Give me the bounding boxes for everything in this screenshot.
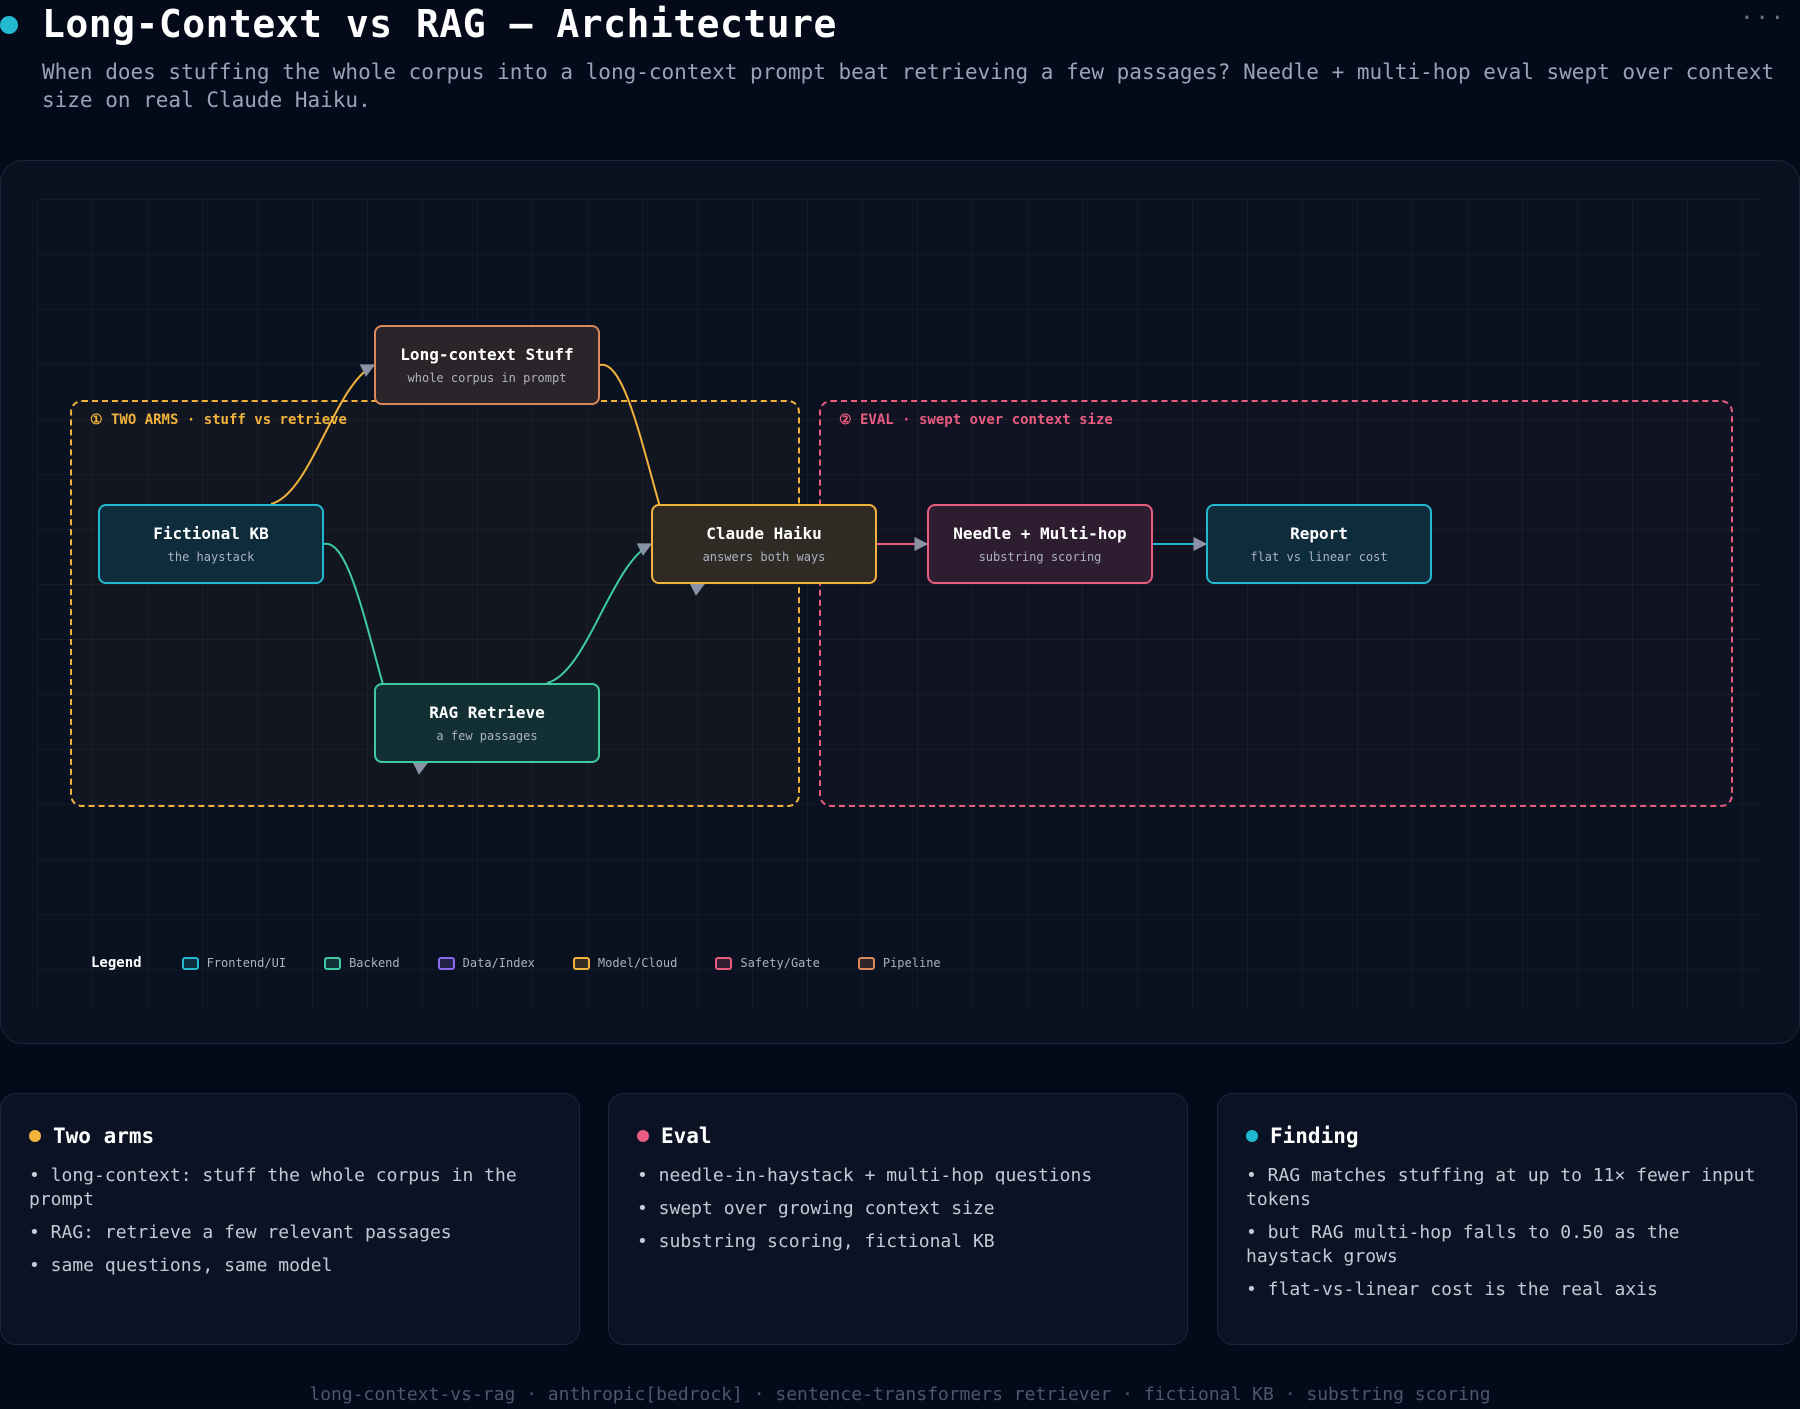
node-subtitle: whole corpus in prompt (407, 371, 567, 385)
card-title: Two arms (53, 1124, 155, 1148)
legend-label: Pipeline (882, 956, 941, 970)
legend-label: Model/Cloud (597, 956, 678, 970)
card-title: Finding (1270, 1124, 1359, 1148)
footer: long-context-vs-rag · anthropic[bedrock]… (309, 1384, 1491, 1405)
diagram-canvas: ① TWO ARMS · stuff vs retrieve ② EVAL · … (0, 160, 1800, 1044)
node-claude-haiku[interactable]: Claude Haiku answers both ways (651, 504, 877, 584)
legend-swatch (324, 956, 342, 970)
card-finding: Finding • RAG matches stuffing at up to … (1217, 1093, 1797, 1345)
edge-kb-to-stuff (270, 364, 376, 505)
card-title: Eval (661, 1124, 712, 1148)
legend-label: Backend (349, 956, 400, 970)
legend-item-safety-gate: Safety/Gate (715, 956, 820, 970)
legend-swatch (715, 956, 733, 970)
legend-swatch (181, 956, 199, 970)
card-item: • swept over growing context size (637, 1198, 995, 1219)
card-dot (637, 1130, 649, 1142)
card-eval: Eval • needle-in-haystack + multi-hop qu… (608, 1093, 1188, 1345)
card-item: • but RAG multi-hop falls to 0.50 as the… (1246, 1222, 1680, 1267)
legend-title: Legend (91, 955, 142, 971)
card-item: • needle-in-haystack + multi-hop questio… (637, 1165, 1093, 1186)
node-subtitle: a few passages (436, 729, 538, 743)
node-long-context-stuff[interactable]: Long-context Stuff whole corpus in promp… (374, 325, 600, 405)
node-report[interactable]: Report flat vs linear cost (1206, 504, 1432, 584)
legend-label: Data/Index (462, 956, 535, 970)
node-rag-retrieve[interactable]: RAG Retrieve a few passages (374, 683, 600, 763)
legend-label: Frontend/UI (206, 956, 287, 970)
node-title: Report (1290, 524, 1348, 543)
node-title: Fictional KB (153, 524, 269, 543)
legend: Legend Frontend/UI Backend Data/Index Mo… (91, 955, 979, 971)
legend-item-model-cloud: Model/Cloud (572, 956, 678, 970)
card-two-arms: Two arms • long-context: stuff the whole… (0, 1093, 580, 1345)
node-title: RAG Retrieve (429, 703, 545, 722)
card-item: • RAG: retrieve a few relevant passages (29, 1222, 452, 1243)
node-needle-multi-hop[interactable]: Needle + Multi-hop substring scoring (927, 504, 1153, 584)
card-item: • substring scoring, fictional KB (637, 1231, 995, 1252)
node-title: Long-context Stuff (400, 345, 574, 364)
status-dot (0, 16, 18, 34)
node-title: Claude Haiku (706, 524, 822, 543)
legend-item-data-index: Data/Index (437, 956, 535, 970)
card-item: • long-context: stuff the whole corpus i… (29, 1165, 517, 1210)
card-item: • same questions, same model (29, 1255, 333, 1276)
node-title: Needle + Multi-hop (953, 524, 1127, 543)
legend-item-frontend: Frontend/UI (181, 956, 287, 970)
legend-item-backend: Backend (324, 956, 400, 970)
more-options-icon[interactable]: ··· (1740, 6, 1786, 31)
card-item: • flat-vs-linear cost is the real axis (1246, 1279, 1658, 1300)
node-subtitle: substring scoring (978, 550, 1102, 564)
node-subtitle: answers both ways (702, 550, 826, 564)
card-dot (1246, 1130, 1258, 1142)
edge-layer (270, 363, 1208, 775)
legend-item-pipeline: Pipeline (857, 956, 941, 970)
card-item: • RAG matches stuffing at up to 11× fewe… (1246, 1165, 1756, 1210)
legend-label: Safety/Gate (740, 956, 820, 970)
legend-swatch (572, 956, 590, 970)
legend-swatch (437, 956, 455, 970)
card-dot (29, 1130, 41, 1142)
node-subtitle: flat vs linear cost (1250, 550, 1388, 564)
edge-rag-to-haiku (546, 543, 653, 684)
legend-swatch (857, 956, 875, 970)
page-subtitle: When does stuffing the whole corpus into… (42, 60, 1775, 112)
node-subtitle: the haystack (167, 550, 255, 564)
page-title: Long-Context vs RAG — Architecture (42, 2, 837, 46)
node-fictional-kb[interactable]: Fictional KB the haystack (98, 504, 324, 584)
